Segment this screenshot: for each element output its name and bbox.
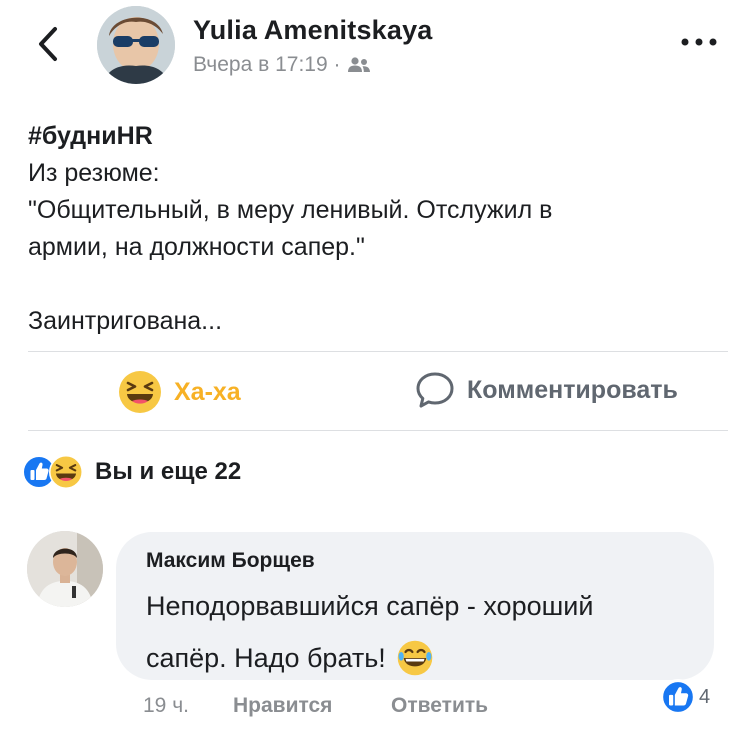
divider <box>28 351 728 352</box>
comment-author-name[interactable]: Максим Борщев <box>146 549 315 573</box>
haha-emoji-icon <box>119 371 161 413</box>
comment-label: Комментировать <box>467 375 678 404</box>
comment-reactions-count: 4 <box>699 685 711 708</box>
post-timestamp[interactable]: Вчера в 17:19 · <box>193 53 341 77</box>
comment-bubble-icon <box>416 372 454 408</box>
post-line: Из резюме: <box>28 159 160 187</box>
post-line: армии, на должности сапер." <box>28 233 365 261</box>
more-options-button[interactable] <box>676 30 722 54</box>
reactions-summary[interactable]: Вы и еще 22 <box>22 455 241 489</box>
haha-reaction-button[interactable]: Ха-ха <box>118 370 241 414</box>
post-text: #будниHR Из резюме: "Общительный, в меру… <box>28 118 718 340</box>
post-meta: Вчера в 17:19 · <box>193 53 371 77</box>
comment-timestamp[interactable]: 19 ч. <box>143 694 189 718</box>
comment-text-line: Неподорвавшийся сапёр - хороший <box>146 591 594 621</box>
chevron-left-icon <box>39 27 57 61</box>
commenter-avatar[interactable] <box>27 531 103 607</box>
comment-reactions[interactable]: 4 <box>660 679 710 715</box>
more-dots-icon <box>681 38 717 46</box>
friends-icon <box>347 57 370 72</box>
back-button[interactable] <box>28 22 68 66</box>
author-avatar[interactable] <box>97 6 175 84</box>
haha-reaction-label: Ха-ха <box>174 377 241 406</box>
comment-button[interactable]: Комментировать <box>415 370 678 410</box>
post-hashtag[interactable]: #будниHR <box>28 118 718 155</box>
laughing-emoji-icon <box>397 640 433 676</box>
like-thumb-icon <box>660 679 696 715</box>
haha-emoji-icon <box>49 455 83 489</box>
comment-text-line: сапёр. Надо брать! <box>146 643 386 673</box>
comment-like-button[interactable]: Нравится <box>233 694 332 718</box>
post-line: Заинтригована... <box>28 307 223 335</box>
reactions-summary-text: Вы и еще 22 <box>95 458 242 485</box>
comment-reply-button[interactable]: Ответить <box>391 694 488 718</box>
post-author-name[interactable]: Yulia Amenitskaya <box>193 15 433 46</box>
post-line: "Общительный, в меру ленивый. Отслужил в <box>28 196 553 224</box>
comment-text: Неподорвавшийся сапёр - хороший сапёр. Н… <box>146 580 706 684</box>
divider <box>28 430 728 431</box>
